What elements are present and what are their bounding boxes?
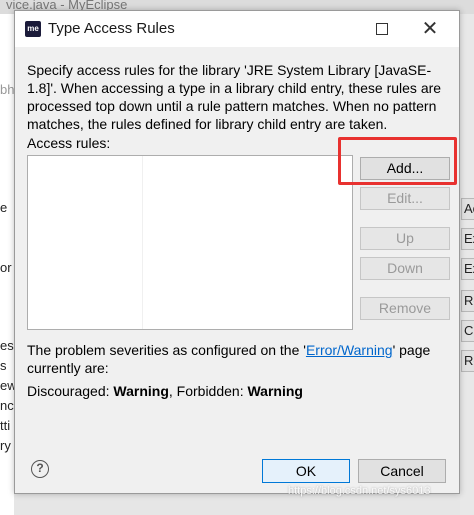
background-text-fragment: s: [0, 358, 7, 373]
background-button-fragment: Ex: [461, 258, 474, 280]
remove-button[interactable]: Remove: [360, 297, 450, 320]
forbidden-value: Warning: [247, 383, 303, 399]
severity-prefix: The problem severities as configured on …: [27, 342, 306, 358]
discouraged-value: Warning: [113, 383, 169, 399]
error-warning-link[interactable]: Error/Warning: [306, 342, 393, 358]
discouraged-label: Discouraged:: [27, 383, 114, 399]
background-text-fragment: bh: [0, 82, 14, 97]
background-text-fragment: nc: [0, 398, 14, 413]
background-left-panel: bh e or es s ew nc tti ry: [0, 14, 14, 515]
list-column-separator: [142, 156, 143, 329]
background-text-fragment: tti: [0, 418, 11, 433]
background-text-fragment: ew: [0, 378, 14, 393]
severity-values: Discouraged: Warning, Forbidden: Warning: [27, 383, 303, 399]
background-text-fragment: ry: [0, 438, 11, 453]
ok-button[interactable]: OK: [262, 459, 350, 483]
access-rules-label: Access rules:: [27, 135, 111, 151]
access-rules-list[interactable]: [27, 155, 353, 330]
dialog-titlebar[interactable]: me Type Access Rules ✕: [15, 11, 459, 47]
watermark: https://blog.csdn.net/sys6013: [288, 485, 431, 497]
maximize-button[interactable]: [369, 17, 395, 41]
background-button-fragment: Re: [461, 290, 474, 312]
edit-button[interactable]: Edit...: [360, 187, 450, 210]
myeclipse-app-icon: me: [25, 21, 41, 37]
severity-description: The problem severities as configured on …: [27, 341, 451, 377]
type-access-rules-dialog: me Type Access Rules ✕ Specify access ru…: [14, 10, 460, 494]
up-button[interactable]: Up: [360, 227, 450, 250]
dialog-description: Specify access rules for the library 'JR…: [27, 62, 442, 132]
red-highlight-annotation: [338, 137, 457, 185]
background-text-fragment: or: [0, 260, 12, 275]
forbidden-label: , Forbidden:: [168, 383, 248, 399]
help-icon[interactable]: ?: [31, 460, 49, 478]
background-button-fragment: Ex: [461, 228, 474, 250]
maximize-icon: [376, 22, 388, 35]
background-text-fragment: e: [0, 200, 8, 215]
background-button-fragment: Cl: [461, 320, 474, 342]
close-button[interactable]: ✕: [417, 17, 443, 41]
down-button[interactable]: Down: [360, 257, 450, 280]
background-button-fragment: Ac: [461, 198, 474, 220]
dialog-title: Type Access Rules: [48, 20, 175, 37]
background-text-fragment: es: [0, 338, 14, 353]
cancel-button[interactable]: Cancel: [358, 459, 446, 483]
background-right-panel: Ac Ex Ex Re Cl Re: [460, 14, 474, 515]
close-icon: ✕: [421, 18, 439, 40]
background-button-fragment: Re: [461, 350, 474, 372]
